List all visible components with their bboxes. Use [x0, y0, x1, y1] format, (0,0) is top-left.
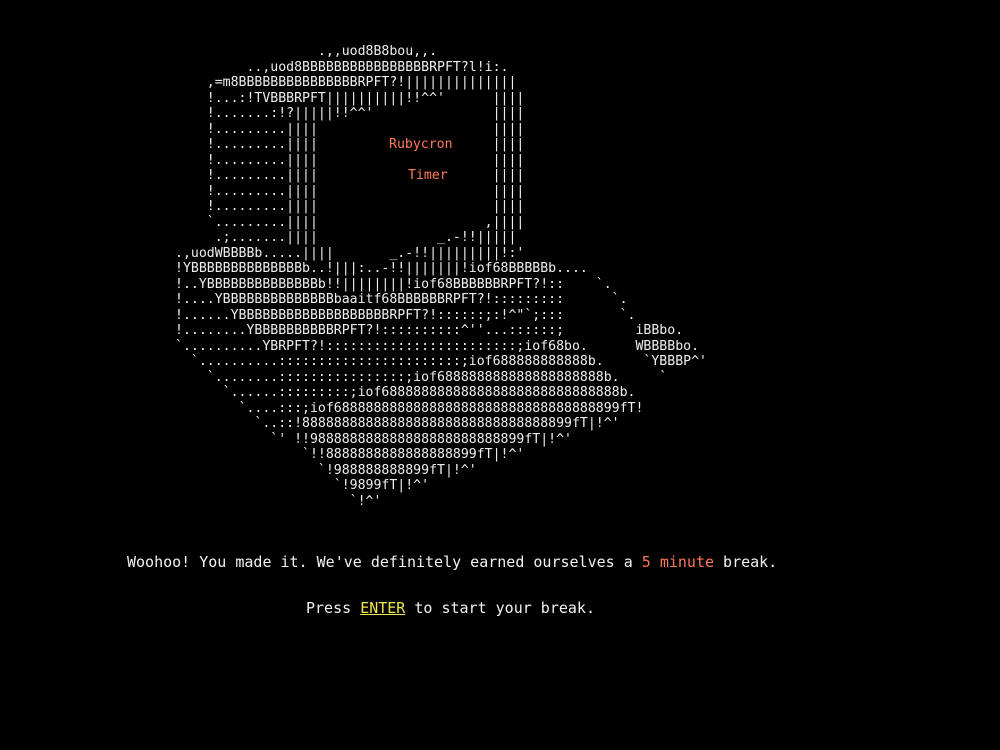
break-message: Woohoo! You made it. We've definitely ea…: [127, 552, 777, 572]
app-title: Rubycron: [389, 137, 453, 152]
terminal-window: .,,uod8B8bou,,. ..,uod8BBBBBBBBBBBBBBBBR…: [0, 0, 1000, 750]
break-message-suffix: break.: [714, 553, 778, 571]
break-message-prefix: Woohoo! You made it. We've definitely ea…: [127, 553, 642, 571]
coffee-cup-ascii-art: .,,uod8B8bou,,. ..,uod8BBBBBBBBBBBBBBBBR…: [175, 44, 707, 509]
prompt-suffix: to start your break.: [405, 599, 595, 617]
app-subtitle: Timer: [408, 168, 448, 183]
enter-key-link[interactable]: ENTER: [360, 599, 405, 617]
start-break-prompt: Press ENTER to start your break.: [306, 598, 595, 618]
prompt-prefix: Press: [306, 599, 361, 617]
break-duration: 5 minute: [641, 553, 715, 571]
